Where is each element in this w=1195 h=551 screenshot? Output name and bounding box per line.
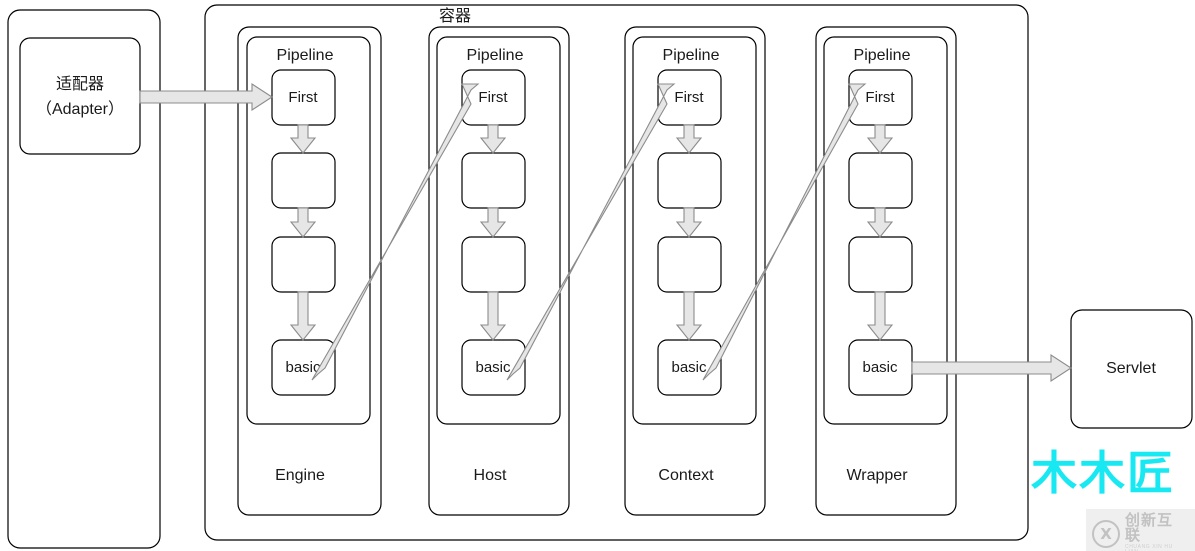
column-host: Pipeline First basic Host bbox=[428, 26, 570, 516]
adapter-label-line1: 适配器 bbox=[56, 75, 104, 93]
handwriting-watermark: 木木匠 bbox=[1031, 446, 1175, 500]
logo-en-text: CHUANG XIN HU LIAN bbox=[1125, 544, 1173, 551]
host-pipeline-label: Pipeline bbox=[467, 47, 524, 64]
wrapper-pipeline-label: Pipeline bbox=[854, 47, 911, 64]
context-pipeline-label: Pipeline bbox=[663, 47, 720, 64]
servlet-label: Servlet bbox=[1106, 360, 1156, 377]
engine-name-label: Engine bbox=[275, 467, 325, 484]
wrapper-valve-3[interactable] bbox=[848, 236, 913, 293]
context-valve-first-label: First bbox=[674, 89, 704, 106]
column-context: Pipeline First basic Context bbox=[624, 26, 766, 516]
logo-circle-x-icon bbox=[1092, 520, 1120, 548]
wrapper-valve-first-label: First bbox=[865, 89, 895, 106]
context-valve-2[interactable] bbox=[657, 152, 722, 209]
context-valve-basic-label: basic bbox=[671, 359, 707, 376]
container-title: 容器 bbox=[439, 7, 471, 25]
host-valve-basic-label: basic bbox=[475, 359, 511, 376]
flow-diagram: 适配器 （Adapter） 容器 Pipeline First basic En… bbox=[7, 4, 1193, 549]
engine-valve-first-label: First bbox=[288, 89, 318, 106]
diagram-canvas: 适配器 （Adapter） 容器 Pipeline First basic En… bbox=[0, 0, 1195, 551]
context-valve-3[interactable] bbox=[657, 236, 722, 293]
engine-valve-2[interactable] bbox=[271, 152, 336, 209]
adapter-label-line2: （Adapter） bbox=[36, 100, 124, 118]
wrapper-name-label: Wrapper bbox=[846, 467, 908, 484]
host-valve-3[interactable] bbox=[461, 236, 526, 293]
logo-cn-text: 创新互联 bbox=[1125, 511, 1174, 544]
wrapper-valve-basic-label: basic bbox=[862, 359, 898, 376]
column-wrapper: Pipeline First basic Wrapper bbox=[815, 26, 957, 516]
site-logo-watermark: 创新互联 CHUANG XIN HU LIAN bbox=[1086, 509, 1195, 551]
wrapper-valve-2[interactable] bbox=[848, 152, 913, 209]
engine-valve-3[interactable] bbox=[271, 236, 336, 293]
context-name-label: Context bbox=[658, 467, 714, 484]
host-valve-2[interactable] bbox=[461, 152, 526, 209]
host-name-label: Host bbox=[474, 467, 507, 484]
host-valve-first-label: First bbox=[478, 89, 508, 106]
engine-pipeline-label: Pipeline bbox=[277, 47, 334, 64]
adapter-node[interactable] bbox=[19, 37, 141, 155]
